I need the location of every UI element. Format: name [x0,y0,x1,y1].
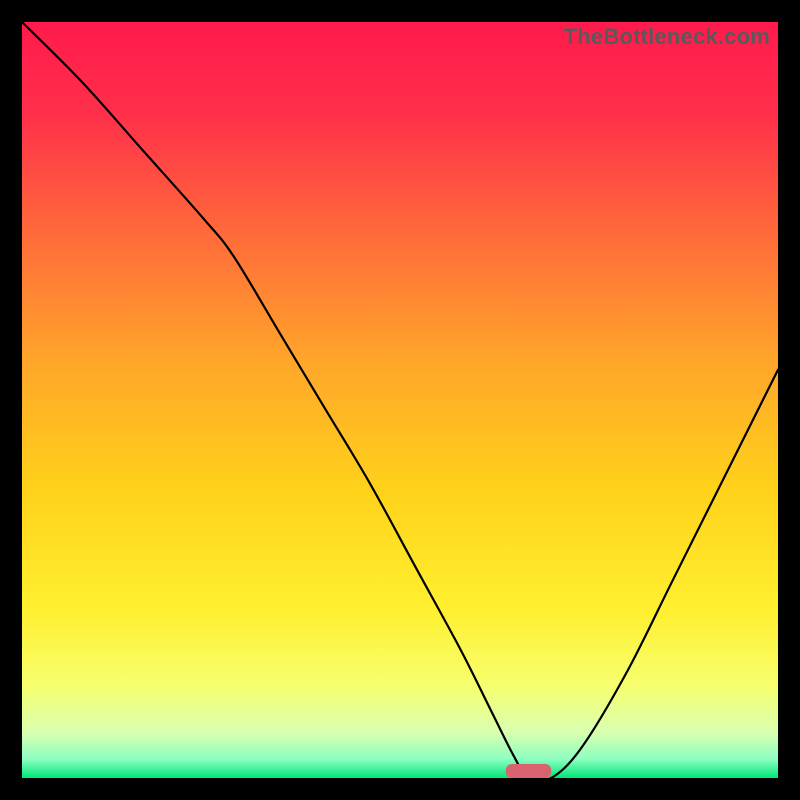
chart-frame: TheBottleneck.com [22,22,778,778]
watermark-text: TheBottleneck.com [564,24,770,50]
bottleneck-chart [22,22,778,778]
optimal-zone-marker [506,764,551,778]
gradient-background [22,22,778,778]
